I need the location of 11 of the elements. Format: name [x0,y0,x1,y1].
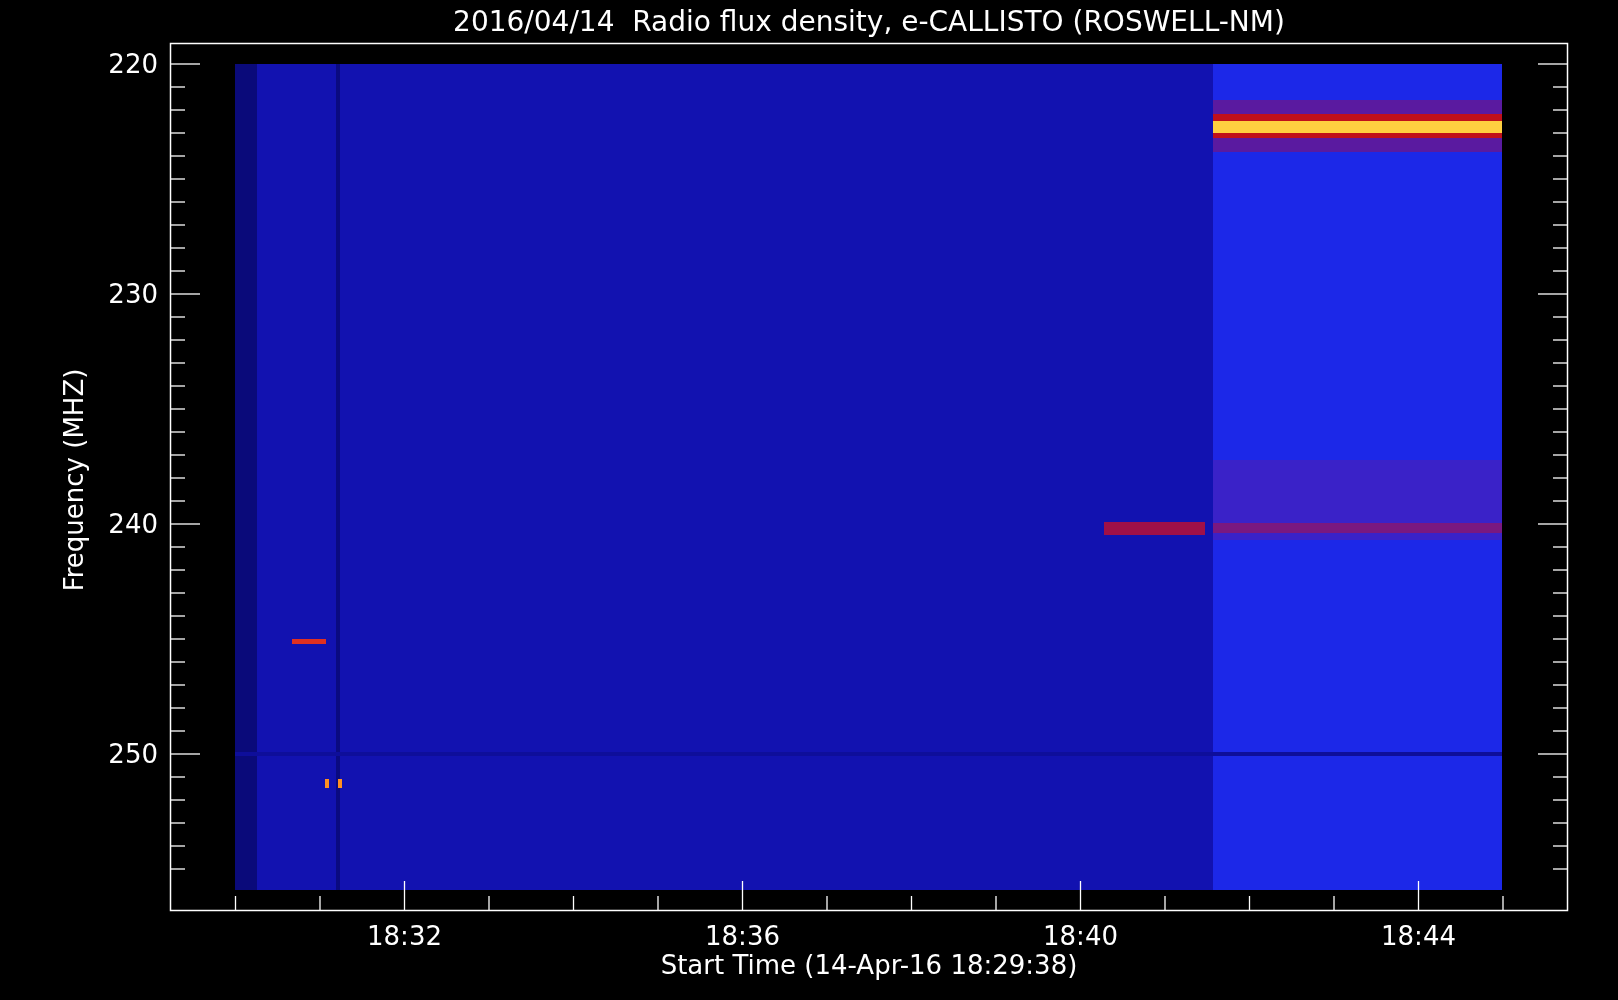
axis-title: Frequency (MHZ) [59,368,89,592]
axis-tick-label: 240 [108,509,158,539]
axis-tick-label: 18:36 [705,921,780,951]
axis-tick-label: 18:40 [1043,921,1118,951]
axis-title: Start Time (14-Apr-16 18:29:38) [660,950,1078,980]
axis-tick-label: 18:32 [367,921,442,951]
chart-title: 2016/04/14 Radio flux density, e-CALLISTO (ROSWELL-NM) [453,5,1285,38]
axis-tick-label: 18:44 [1381,921,1456,951]
axis-tick-label: 220 [108,49,158,79]
axis-tick-label: 250 [108,739,158,769]
axis-tick-label: 230 [108,279,158,309]
